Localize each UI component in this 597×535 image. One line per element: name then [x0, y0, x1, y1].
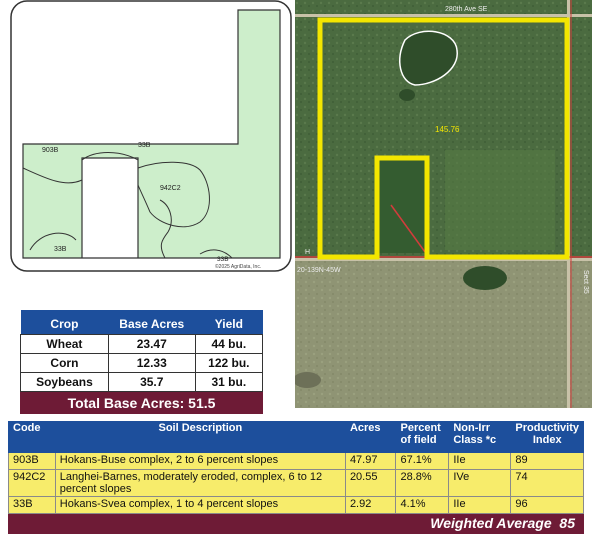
soil-label: 33B	[138, 142, 151, 149]
table-row: Wheat 23.47 44 bu.	[20, 334, 264, 354]
acres-label: 145.76	[435, 125, 460, 134]
soil-code: 33B	[8, 496, 56, 514]
table-row: 903B Hokans-Buse complex, 2 to 6 percent…	[8, 452, 584, 470]
table-row: Soybeans 35.7 31 bu.	[20, 372, 264, 392]
crop-name: Corn	[20, 353, 109, 373]
road	[295, 14, 592, 17]
south-field	[295, 258, 592, 408]
aerial-map: 145.76 280th Ave SE 20-139N-45W H Sect 3…	[295, 0, 592, 408]
crop-base-table: Crop Base Acres Yield Wheat 23.47 44 bu.…	[20, 310, 264, 414]
soil-label: 33B	[54, 246, 67, 253]
crop-name: Soybeans	[20, 372, 109, 392]
col-code: Code	[8, 421, 56, 453]
weighted-average-value: 85	[559, 515, 575, 531]
table-row: 33B Hokans-Svea complex, 1 to 4 percent …	[8, 496, 584, 514]
soil-class: IIe	[448, 496, 512, 514]
soil-label: 33B	[217, 256, 229, 263]
table-row: 942C2 Langhei-Barnes, moderately eroded,…	[8, 469, 584, 497]
weighted-average-row: Weighted Average 85	[8, 513, 584, 534]
total-label: Total Base Acres:	[67, 394, 185, 411]
soil-table: Code Soil Description Acres Percent of f…	[8, 421, 584, 534]
soil-pi: 89	[510, 452, 584, 470]
road-label: Sect 35	[582, 270, 589, 294]
soil-acres: 20.55	[344, 469, 397, 497]
weighted-average-label: Weighted Average	[430, 515, 552, 531]
tree-cluster	[399, 89, 415, 101]
tree-cluster	[463, 266, 507, 290]
soil-code: 942C2	[8, 469, 56, 497]
soil-label: 903B	[42, 147, 59, 154]
soil-table-header: Code Soil Description Acres Percent of f…	[8, 421, 584, 453]
weighted-average-cell: Weighted Average 85	[8, 513, 584, 534]
table-row: Corn 12.33 122 bu.	[20, 353, 264, 373]
col-yield: Yield	[195, 310, 263, 335]
base-acres: 12.33	[107, 353, 196, 373]
soil-pi: 96	[510, 496, 584, 514]
col-base-acres: Base Acres	[108, 310, 196, 335]
soil-code: 903B	[8, 452, 56, 470]
yield: 44 bu.	[194, 334, 264, 354]
crop-table-header: Crop Base Acres Yield	[20, 310, 263, 335]
col-acres: Acres	[344, 421, 397, 453]
base-acres: 35.7	[107, 372, 196, 392]
soil-percent: 28.8%	[395, 469, 450, 497]
yield: 122 bu.	[194, 353, 264, 373]
farmstead	[377, 158, 427, 253]
road-label: H	[305, 249, 310, 256]
soil-pi: 74	[510, 469, 584, 497]
col-percent: Percent of field	[395, 421, 450, 453]
soil-percent: 4.1%	[395, 496, 450, 514]
soil-acres: 47.97	[344, 452, 397, 470]
soil-desc: Hokans-Buse complex, 2 to 6 percent slop…	[54, 452, 346, 470]
total-row: Total Base Acres: 51.5	[20, 391, 263, 414]
soil-percent: 67.1%	[395, 452, 450, 470]
col-class: Non-Irr Class *c	[448, 421, 512, 453]
yield: 31 bu.	[194, 372, 264, 392]
col-productivity: Productivity Index	[510, 421, 584, 453]
soil-label: 942C2	[160, 185, 181, 192]
map-credit: ©2025 AgriData, Inc.	[215, 263, 261, 270]
col-crop: Crop	[20, 310, 109, 335]
soil-acres: 2.92	[344, 496, 397, 514]
road-label: 280th Ave SE	[445, 6, 488, 13]
soil-class: IVe	[448, 469, 512, 497]
soil-desc: Hokans-Svea complex, 1 to 4 percent slop…	[54, 496, 346, 514]
col-soil-description: Soil Description	[54, 421, 346, 453]
total-value: 51.5	[188, 394, 216, 411]
field-section	[445, 150, 555, 250]
soil-map: 903B 33B 942C2 33B 33B ©2025 AgriData, I…	[10, 0, 292, 272]
soil-class: IIe	[448, 452, 512, 470]
soil-desc: Langhei-Barnes, moderately eroded, compl…	[54, 469, 346, 497]
road-label: 20-139N-45W	[297, 267, 341, 274]
crop-name: Wheat	[20, 334, 109, 354]
base-acres: 23.47	[107, 334, 196, 354]
total-cell: Total Base Acres: 51.5	[20, 391, 263, 414]
